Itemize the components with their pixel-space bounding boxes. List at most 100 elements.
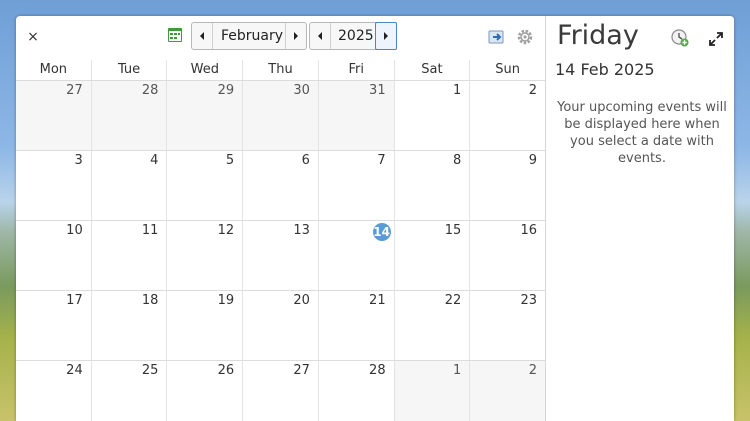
day-cell[interactable]: 4: [90, 151, 167, 220]
day-number: 19: [217, 293, 235, 308]
day-cell[interactable]: 30: [242, 81, 318, 150]
day-cell[interactable]: 2: [469, 81, 546, 150]
day-cell[interactable]: 18: [90, 291, 167, 360]
weekday-header: Thu: [242, 60, 318, 80]
day-number: 6: [301, 153, 310, 168]
day-number: 20: [293, 293, 310, 308]
no-events-message: Your upcoming events will be displayed h…: [557, 100, 727, 166]
day-number: 23: [520, 293, 538, 308]
day-cell[interactable]: 31: [317, 81, 394, 150]
year-label[interactable]: 2025: [331, 23, 375, 49]
weekday-header: Tue: [90, 60, 167, 80]
day-number: 27: [66, 83, 83, 98]
day-number: 4: [150, 153, 159, 168]
day-number: 26: [217, 363, 235, 378]
day-cell[interactable]: 28: [317, 361, 394, 421]
day-number: 15: [444, 223, 462, 238]
day-cell-today[interactable]: 14: [317, 221, 394, 290]
calendar-window: × February 2025 Mon Tue Wed Thu Fri Sat …: [16, 16, 734, 421]
day-cell[interactable]: 9: [469, 151, 546, 220]
day-cell[interactable]: 2: [469, 361, 546, 421]
day-cell[interactable]: 10: [16, 221, 91, 290]
day-number: 28: [141, 83, 159, 98]
day-number: 1: [453, 363, 462, 378]
day-cell[interactable]: 6: [242, 151, 318, 220]
day-number: 17: [66, 293, 83, 308]
day-number: 24: [66, 363, 83, 378]
day-number: 18: [141, 293, 159, 308]
month-grid: Mon Tue Wed Thu Fri Sat Sun 27 28 29 30 31 1 2 3 4 5 6 7 8…: [16, 60, 546, 421]
day-number: 28: [369, 363, 386, 378]
weeks-container: 27 28 29 30 31 1 2 3 4 5 6 7 8 9 10 11 12 13 14 15 16 17 18 19 2…: [16, 80, 546, 421]
day-details-pane: Friday 14 Feb 2025 Your upcoming events …: [545, 16, 734, 421]
day-cell[interactable]: 12: [166, 221, 243, 290]
month-label[interactable]: February: [213, 23, 285, 49]
next-year-icon[interactable]: [375, 22, 397, 50]
day-cell[interactable]: 24: [16, 361, 91, 421]
export-icon[interactable]: [488, 28, 506, 46]
week-row: 10 11 12 13 14 15 16: [16, 220, 546, 290]
day-cell[interactable]: 1: [393, 361, 470, 421]
day-number: 22: [444, 293, 462, 308]
weekday-header: Sun: [469, 60, 545, 80]
day-cell[interactable]: 25: [90, 361, 167, 421]
weekday-header: Wed: [166, 60, 242, 80]
add-event-icon[interactable]: [670, 28, 690, 48]
day-cell[interactable]: 27: [242, 361, 318, 421]
previous-year-icon[interactable]: [310, 23, 331, 49]
expand-icon[interactable]: [708, 31, 724, 47]
day-number: 11: [141, 223, 159, 238]
weekday-header: Fri: [317, 60, 394, 80]
week-row: 27 28 29 30 31 1 2: [16, 80, 546, 150]
day-cell[interactable]: 20: [242, 291, 318, 360]
day-cell[interactable]: 15: [393, 221, 470, 290]
day-cell[interactable]: 26: [166, 361, 243, 421]
day-cell[interactable]: 16: [469, 221, 546, 290]
day-number: 31: [369, 83, 386, 98]
day-cell[interactable]: 19: [166, 291, 243, 360]
day-cell[interactable]: 11: [90, 221, 167, 290]
day-cell[interactable]: 22: [393, 291, 470, 360]
day-number: 3: [74, 153, 83, 168]
week-row: 24 25 26 27 28 1 2: [16, 360, 546, 421]
day-cell[interactable]: 3: [16, 151, 91, 220]
day-number: 9: [528, 153, 538, 168]
day-number: 27: [293, 363, 310, 378]
day-cell[interactable]: 7: [317, 151, 394, 220]
day-cell[interactable]: 23: [469, 291, 546, 360]
previous-month-icon[interactable]: [192, 23, 213, 49]
week-row: 17 18 19 20 21 22 23: [16, 290, 546, 360]
selected-date: 14 Feb 2025: [555, 60, 655, 79]
day-cell[interactable]: 21: [317, 291, 394, 360]
desktop-background-left: [0, 0, 16, 421]
day-number: 10: [66, 223, 83, 238]
day-number: 1: [453, 83, 462, 98]
day-cell[interactable]: 5: [166, 151, 243, 220]
close-icon[interactable]: ×: [26, 30, 40, 44]
weekday-header: Sat: [393, 60, 470, 80]
desktop-background-right: [734, 0, 750, 421]
calendar-app-icon[interactable]: [167, 27, 183, 43]
settings-icon[interactable]: [516, 28, 534, 46]
day-number: 25: [141, 363, 159, 378]
week-row: 3 4 5 6 7 8 9: [16, 150, 546, 220]
day-number: 2: [528, 363, 538, 378]
day-cell[interactable]: 13: [242, 221, 318, 290]
calendar-pane: × February 2025 Mon Tue Wed Thu Fri Sat …: [16, 16, 546, 421]
day-cell[interactable]: 28: [90, 81, 167, 150]
day-number: 29: [217, 83, 235, 98]
day-cell[interactable]: 29: [166, 81, 243, 150]
day-number: 5: [225, 153, 235, 168]
day-number: 8: [453, 153, 462, 168]
selected-weekday: Friday: [557, 20, 639, 51]
next-month-icon[interactable]: [285, 23, 306, 49]
day-number: 16: [520, 223, 538, 238]
day-cell[interactable]: 17: [16, 291, 91, 360]
day-cell[interactable]: 1: [393, 81, 470, 150]
day-number: 30: [293, 83, 310, 98]
day-number: 21: [369, 293, 386, 308]
day-cell[interactable]: 8: [393, 151, 470, 220]
day-cell[interactable]: 27: [16, 81, 91, 150]
year-selector: 2025: [309, 22, 397, 50]
weekday-header: Mon: [39, 62, 68, 77]
